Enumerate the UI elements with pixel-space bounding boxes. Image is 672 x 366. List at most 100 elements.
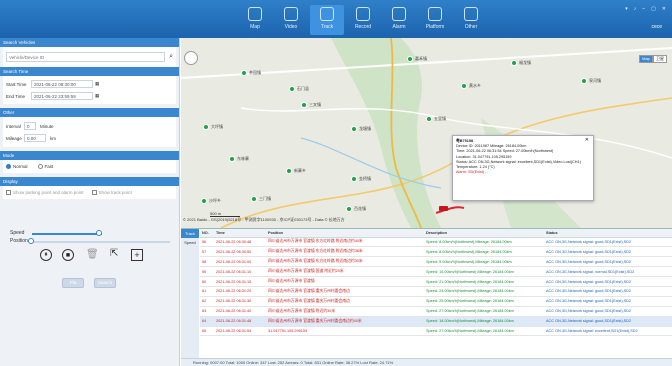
table-row[interactable]: 59 2021-06-22 06:31:10 四川省达州市万源市 官渡镇 国道 附近… (200, 266, 672, 278)
table-row[interactable]: 58 2021-06-22 06:31:00 四川省达州市万源市 官渡镇 东方红岭路… (200, 256, 672, 268)
col-time[interactable]: Time (214, 229, 266, 238)
nav-map[interactable]: Map (238, 5, 272, 35)
table-cell: 2021-06-22 06:31:48 (214, 316, 266, 327)
table-row[interactable]: 61 2021-06-22 06:31:20 四川省达州市万源市 官渡镇 重庆万州村… (200, 286, 672, 297)
map-marker[interactable] (229, 156, 235, 162)
map-marker[interactable] (241, 70, 247, 76)
table-cell: 四川省达州市万源市 官渡镇 东方红岭路 附近南边约40米 (266, 237, 424, 248)
map-marker[interactable] (351, 176, 357, 182)
table-cell: 2021-06-22 06:31:40 (214, 306, 266, 317)
platform-icon (428, 7, 442, 21)
map-place-label: 茶园镇 (249, 70, 261, 75)
bell-icon[interactable]: ♪ (634, 6, 637, 12)
table-row[interactable]: 65 2021-06-22 06:31:54 31.047791,105.29515… (200, 326, 672, 337)
tab-track[interactable]: Track (181, 229, 199, 238)
wifi-icon[interactable]: ▾ (625, 6, 628, 12)
stop-button[interactable]: ■ (62, 249, 74, 261)
tab-speed[interactable]: Speed (181, 238, 199, 247)
search-icon[interactable]: ⌕ (169, 53, 173, 61)
record-icon (356, 7, 370, 21)
end-time-label: End Time (6, 93, 26, 99)
speed-slider-knob[interactable] (96, 230, 102, 236)
col-no[interactable]: NO. (200, 229, 214, 238)
table-row[interactable]: 62 2021-06-22 06:31:30 四川省达州市万源市 官渡镇 重庆万州村… (200, 296, 672, 307)
vehicle-marker-icon[interactable] (439, 206, 448, 211)
map-place-label: 福龙镇 (519, 60, 531, 65)
mileage-input[interactable] (24, 134, 46, 142)
play-button[interactable]: Pla (62, 278, 84, 288)
maximize-icon[interactable]: ▢ (651, 6, 656, 12)
interval-input[interactable] (24, 122, 36, 130)
main-nav: Map Video Track Record Alarm Platform Ot… (238, 5, 490, 35)
table-cell: 58 (200, 256, 214, 268)
col-status[interactable]: Status (544, 229, 672, 238)
pause-button[interactable]: ⏸ (40, 249, 52, 261)
map-marker[interactable] (301, 102, 307, 108)
mode-box: Normal Fast (3, 160, 176, 173)
map-marker[interactable] (201, 198, 207, 204)
table-row[interactable]: 64 2021-06-22 06:31:48 四川省达州市万源市 官渡镇 重庆万州村… (200, 316, 672, 327)
start-time-input[interactable] (31, 80, 93, 88)
map-marker[interactable] (286, 168, 292, 174)
table-row[interactable]: 60 2021-06-22 06:31:15 四川省达州市万源市 官渡镇 Speed:… (200, 276, 672, 287)
calendar-icon[interactable]: ▦ (95, 93, 99, 99)
show-parking-checkbox[interactable] (6, 190, 11, 195)
search-button[interactable]: Search (94, 278, 116, 288)
col-position[interactable]: Position (266, 229, 424, 238)
vehicle-search-input[interactable] (6, 52, 166, 62)
map-place-label: 龙塘镇 (359, 126, 371, 131)
nav-record[interactable]: Record (346, 5, 380, 35)
map-type-satellite[interactable]: 卫星 (653, 55, 667, 63)
close-icon[interactable]: ✕ (662, 6, 666, 12)
minimize-icon[interactable]: – (642, 6, 645, 12)
nav-alarm[interactable]: Alarm (382, 5, 416, 35)
position-slider-knob[interactable] (28, 238, 34, 244)
map-marker[interactable] (581, 78, 587, 84)
speed-slider-track[interactable] (32, 233, 102, 235)
table-cell: 31.047791,105.295159 (266, 326, 424, 337)
calendar-icon[interactable]: ▦ (95, 81, 99, 87)
table-row[interactable]: 57 2021-06-22 06:30:50 四川省达州市万源市 官渡镇 东方红岭路… (200, 246, 672, 258)
add-icon[interactable]: + (131, 249, 143, 261)
map-marker[interactable] (511, 60, 517, 66)
table-cell: 四川省达州市万源市 官渡镇 国道 附近约20米 (266, 266, 424, 278)
nav-track[interactable]: Track (310, 5, 344, 35)
map-marker[interactable] (289, 86, 295, 92)
table-cell: Speed: 18.00km/h(Northwest),Mileage: 261… (424, 316, 544, 327)
user-name[interactable]: cece (651, 24, 662, 30)
map-view[interactable]: 嘉禾镇 福龙镇 茶园镇 石门县 黄水乡 泉河镇 三叉镇 大坪镇 龙塘镇 五里镇 … (181, 38, 672, 228)
track-table: NO. Time Position Description Status 56 2… (200, 229, 672, 337)
fast-radio[interactable] (37, 164, 43, 169)
table-cell: ACC ON,3G,Network signal: good,SD1(Exist… (544, 286, 672, 297)
export-icon[interactable]: ⇱ (110, 248, 118, 259)
map-pan-control[interactable] (184, 51, 198, 65)
map-marker[interactable] (351, 126, 357, 132)
popup-close-icon[interactable]: ✕ (585, 137, 589, 143)
map-marker[interactable] (346, 206, 352, 212)
delete-icon[interactable]: 🗑 (86, 249, 99, 260)
map-marker[interactable] (251, 196, 257, 202)
table-row[interactable]: 56 2021-06-22 06:30:48 四川省达州市万源市 官渡镇 东方红岭路… (200, 237, 672, 248)
show-track-checkbox[interactable] (91, 190, 97, 195)
start-time-label: Start Time (6, 81, 27, 87)
nav-other[interactable]: Other (454, 5, 488, 35)
nav-video[interactable]: Video (274, 5, 308, 35)
map-type-map[interactable]: Map (639, 55, 653, 63)
show-parking-label: Show parking point and alarm point (13, 190, 84, 195)
map-marker[interactable] (426, 116, 432, 122)
end-time-input[interactable] (31, 92, 93, 100)
table-cell: Speed: 21.00km/h(Northwest),Mileage: 261… (424, 276, 544, 287)
other-title: Other (0, 108, 179, 117)
table-cell: 63 (200, 306, 214, 317)
table-body: 56 2021-06-22 06:30:48 四川省达州市万源市 官渡镇 东方红岭路… (200, 237, 672, 337)
table-cell: ACC ON,3G,Network signal: excellent,SD1(… (544, 326, 672, 337)
normal-radio[interactable] (6, 164, 11, 169)
col-description[interactable]: Description (424, 229, 544, 238)
table-row[interactable]: 63 2021-06-22 06:31:40 四川省达州市万源市 官渡镇 附近约30… (200, 306, 672, 317)
nav-platform[interactable]: Platform (418, 5, 452, 35)
nav-label: Platform (425, 24, 445, 30)
map-marker[interactable] (461, 83, 467, 89)
position-slider-track[interactable] (30, 241, 170, 243)
map-marker[interactable] (203, 124, 209, 130)
map-marker[interactable] (407, 56, 413, 62)
